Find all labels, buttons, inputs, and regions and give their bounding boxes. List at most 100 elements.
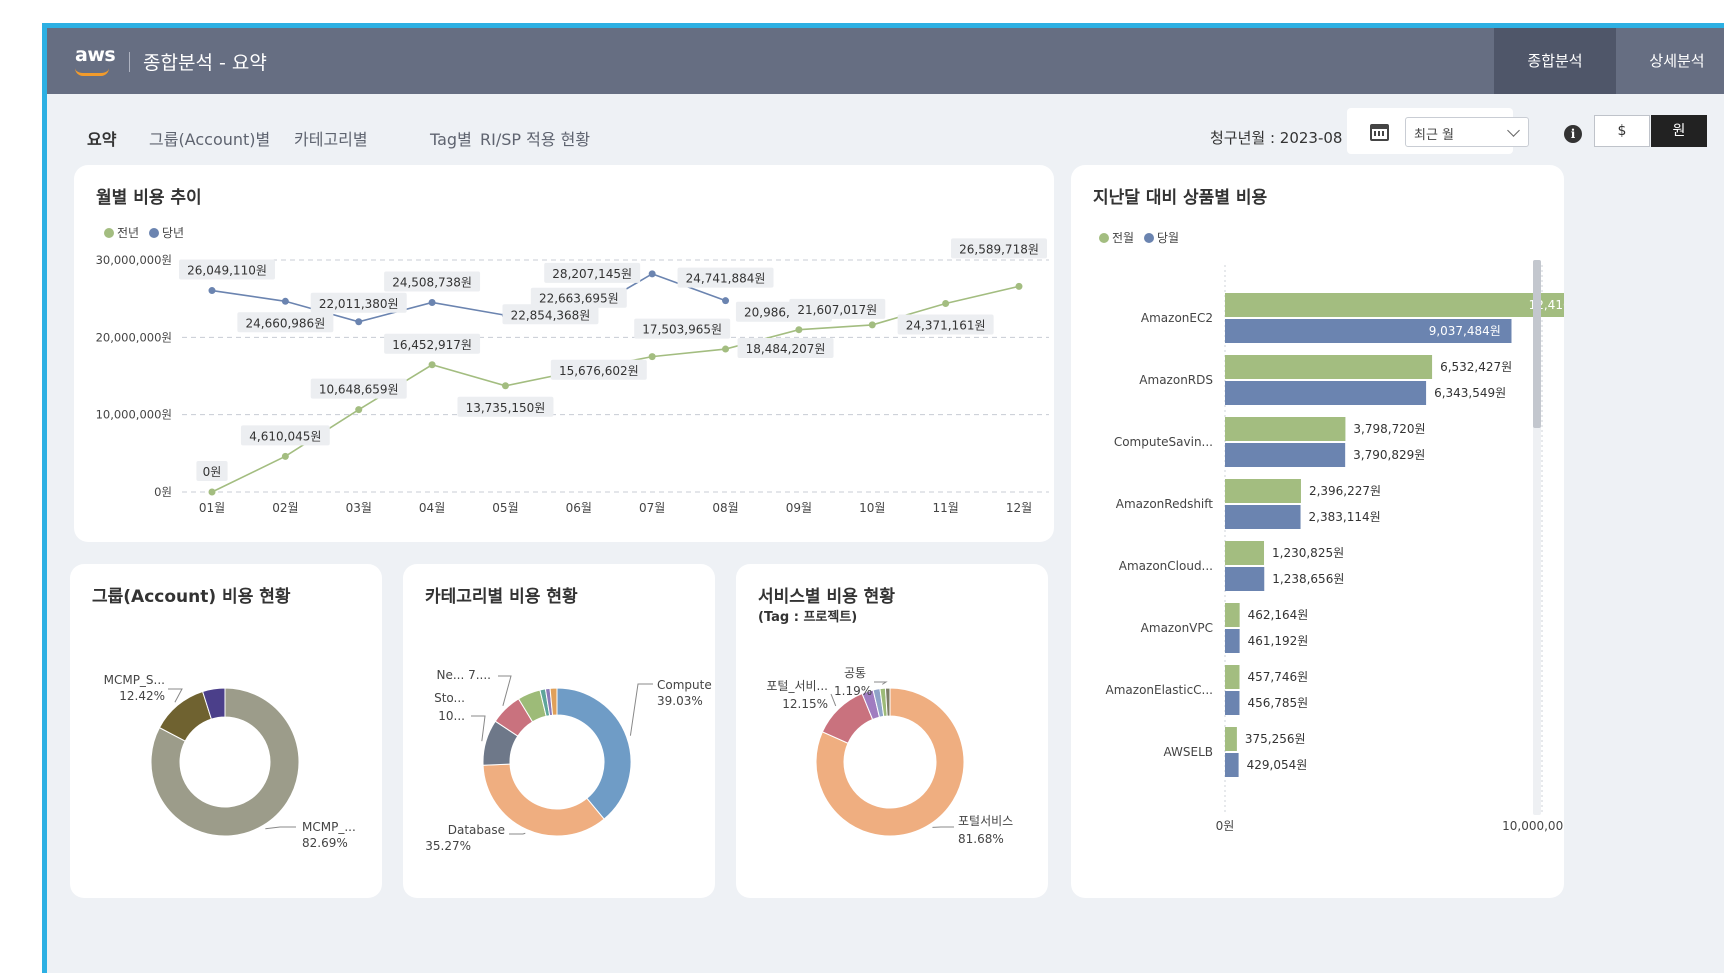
legend-label-0: 전년 [117, 226, 139, 240]
data-point [722, 297, 730, 305]
bar-value-label: 9,037,484원 [1429, 324, 1501, 338]
data-point [208, 287, 216, 295]
slice-pct: 82.69% [302, 836, 348, 850]
category-label: AWSELB [1163, 745, 1213, 759]
data-point [648, 270, 656, 278]
slice-label: Ne... 7.... [436, 668, 491, 682]
period-select-value: 최근 월 [1414, 128, 1455, 143]
category-cost-card: 카테고리별 비용 현황 Compute 39.03% Database 35.27% S… [403, 564, 715, 898]
legend-label-1: 당월 [1157, 231, 1179, 245]
nav-detail-analysis[interactable]: 상세분석 [1616, 28, 1724, 94]
data-label: 26,049,110원 [187, 264, 267, 278]
slice-pct: 35.27% [425, 839, 471, 853]
bar-value-label: 2,396,227원 [1309, 484, 1381, 498]
legend-label-1: 당년 [162, 226, 184, 240]
bar [1225, 541, 1265, 565]
monthly-trend-chart: 전년 당년 0원 10,000,000원 20,000,000원 30,000,000원 0… [96, 226, 1049, 515]
leader-line [265, 826, 296, 830]
x-tick-label: 03월 [346, 501, 372, 515]
scrollbar-thumb [1533, 260, 1541, 428]
group-cost-donut: MCMP_... 82.69% MCMP_S... 12.42% [104, 673, 356, 850]
bar [1225, 691, 1240, 715]
bar [1225, 665, 1240, 689]
period-select[interactable]: 최근 월 [1405, 117, 1529, 147]
x-tick-label: 10월 [859, 501, 885, 515]
legend-marker-1 [149, 228, 159, 238]
bar [1225, 355, 1433, 379]
slice-pct: 12.42% [119, 689, 165, 703]
x-tick-label: 10,000,000원 [1502, 819, 1564, 833]
bar-value-label: 462,164원 [1248, 608, 1309, 622]
data-label: 15,676,602원 [559, 364, 639, 378]
monthly-trend-card: 월별 비용 추이 전년 당년 0원 10,000,000원 20,000,000원 30,… [74, 165, 1054, 542]
x-tick-label: 04월 [419, 501, 445, 515]
data-label: 21,607,017원 [797, 303, 877, 317]
data-label: 16,452,917원 [392, 338, 472, 352]
data-point [1015, 282, 1023, 290]
tab-tag[interactable]: Tag별 [430, 126, 472, 150]
service-cost-donut: 포털서비스 81.68% 포털_서비... 12.15% 공통 1.19% [766, 666, 1013, 846]
category-label: AmazonElasticC... [1106, 683, 1213, 697]
calendar-icon[interactable] [1370, 124, 1389, 141]
x-tick-label: 0원 [1216, 819, 1235, 833]
group-cost-card: 그룹(Account) 비용 현황 MCMP_... 82.69% MCMP_S..… [70, 564, 382, 898]
slice-label: MCMP_S... [104, 673, 165, 687]
bar [1225, 603, 1240, 627]
data-label: 24,371,161원 [906, 319, 986, 333]
tab-account-group[interactable]: 그룹(Account)별 [149, 126, 270, 150]
slice-pct: 1.19% [834, 684, 872, 698]
tab-category[interactable]: 카테고리별 [294, 126, 368, 150]
data-point [501, 382, 509, 390]
x-tick-label: 11월 [932, 501, 958, 515]
slice-pct: 12.15% [782, 697, 828, 711]
data-label: 22,011,380원 [319, 297, 399, 311]
legend-marker-1 [1144, 233, 1154, 243]
bar [1225, 417, 1346, 441]
bar [1225, 567, 1265, 591]
slice-label: Database [448, 823, 505, 837]
slice-pct: 81.68% [958, 832, 1004, 846]
data-point [355, 406, 363, 414]
bar-value-label: 457,746원 [1248, 670, 1309, 684]
donut-slice [556, 687, 632, 820]
bar-value-label: 3,790,829원 [1353, 448, 1425, 462]
currency-usd-button[interactable]: $ [1594, 115, 1650, 147]
slice-pct: 10... [438, 709, 465, 723]
slice-label: Sto... [434, 691, 465, 705]
x-tick-label: 07월 [639, 501, 665, 515]
leader-line [471, 715, 486, 742]
x-tick-label: 12월 [1006, 501, 1032, 515]
x-tick-label: 01월 [199, 501, 225, 515]
y-tick-label: 30,000,000원 [96, 253, 172, 267]
data-label: 0원 [203, 465, 222, 479]
category-label: AmazonRedshift [1116, 497, 1214, 511]
x-tick-label: 05월 [492, 501, 518, 515]
x-tick-label: 09월 [786, 501, 812, 515]
tab-ri-sp-status[interactable]: RI/SP 적용 현황 [480, 126, 590, 150]
bar-value-label: 1,238,656원 [1272, 572, 1344, 586]
slice-pct: 39.03% [657, 694, 703, 708]
bar [1225, 727, 1237, 751]
data-point [428, 298, 436, 306]
category-label: AmazonRDS [1139, 373, 1213, 387]
data-label: 18,484,207원 [746, 342, 826, 356]
category-cost-donut: Compute 39.03% Database 35.27% Sto... 10... Ne… [425, 668, 712, 853]
data-label: 22,663,695원 [539, 292, 619, 306]
leader-line [498, 675, 512, 706]
info-icon[interactable]: i [1564, 125, 1582, 143]
bar [1225, 381, 1427, 405]
data-point [428, 361, 436, 369]
dashboard-frame: aws 종합분석 - 요약 종합분석 상세분석 요약 그룹(Account)별 … [42, 23, 1724, 973]
data-point [281, 452, 289, 460]
bar-value-label: 461,192원 [1248, 634, 1309, 648]
aws-logo-smile-icon [75, 68, 109, 76]
tab-summary[interactable]: 요약 [87, 126, 116, 150]
currency-krw-button[interactable]: 원 [1651, 115, 1707, 147]
page-title: 종합분석 - 요약 [143, 52, 267, 74]
legend-label-0: 전월 [1112, 231, 1134, 245]
bar [1225, 505, 1301, 529]
bar-value-label: 1,230,825원 [1272, 546, 1344, 560]
bar-value-label: 3,798,720원 [1353, 422, 1425, 436]
nav-summary-analysis[interactable]: 종합분석 [1494, 28, 1616, 94]
chevron-down-icon [1507, 124, 1520, 137]
